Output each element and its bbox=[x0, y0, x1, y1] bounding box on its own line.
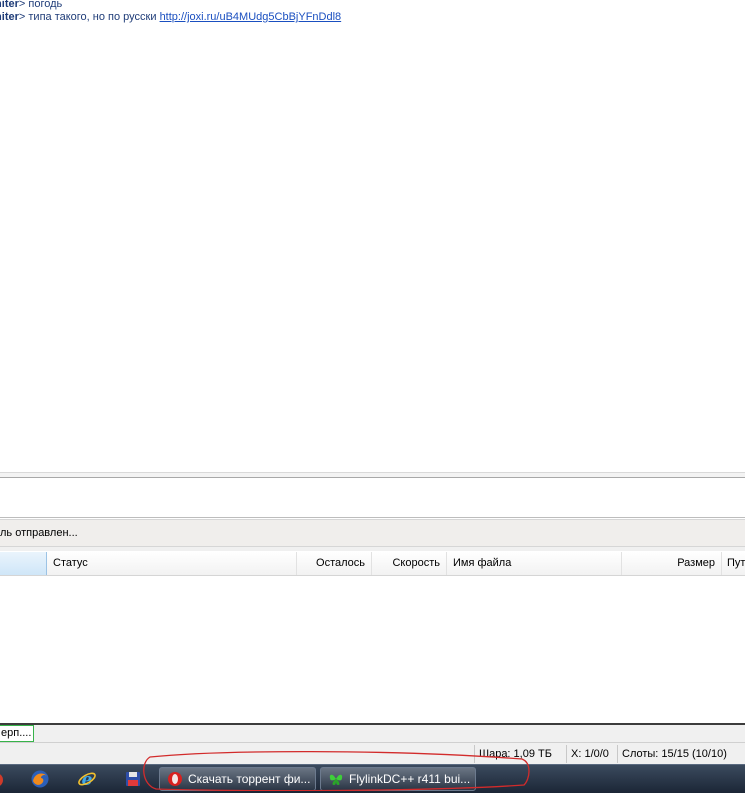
windows-taskbar: e Скачать торрент фи... FlylinkDC++ r411… bbox=[0, 764, 745, 793]
chat-link[interactable]: http://joxi.ru/uB4MUdg5CbBjYFnDdl8 bbox=[160, 11, 342, 23]
column-header-filename[interactable]: Имя файла bbox=[447, 552, 622, 575]
column-header-user[interactable] bbox=[0, 552, 47, 575]
chat-log: initer> погодь initer> типа такого, но п… bbox=[0, 0, 745, 472]
chat-separator: > bbox=[18, 0, 29, 10]
chat-separator: > bbox=[18, 11, 29, 23]
column-header-speed[interactable]: Скорость bbox=[372, 552, 447, 575]
hub-tab-bar: ерп.... bbox=[0, 723, 745, 742]
hub-tab[interactable]: ерп.... bbox=[0, 725, 34, 742]
divider bbox=[0, 547, 745, 551]
chat-status-strip: ль отправлен... bbox=[0, 519, 745, 547]
chat-line: initer> типа такого, но по русски http:/… bbox=[0, 11, 341, 24]
column-header-status[interactable]: Статус bbox=[47, 552, 297, 575]
column-header-path[interactable]: Пут bbox=[722, 552, 745, 575]
chat-input[interactable] bbox=[0, 478, 745, 518]
hub-counts: Х: 1/0/0 bbox=[566, 745, 618, 763]
taskbar-button-label: FlylinkDC++ r411 bui... bbox=[349, 772, 471, 786]
transfers-table-body[interactable] bbox=[0, 576, 745, 724]
status-message: ль отправлен... bbox=[0, 527, 78, 539]
column-header-size[interactable]: Размер bbox=[622, 552, 722, 575]
chat-nick[interactable]: initer bbox=[0, 11, 19, 23]
taskbar-button-opera[interactable]: Скачать торрент фи... bbox=[159, 767, 316, 791]
save-disk-icon[interactable] bbox=[123, 769, 143, 789]
chat-message: погодь bbox=[28, 0, 63, 10]
internet-explorer-icon[interactable]: e bbox=[77, 769, 97, 789]
share-size: Шара: 1,09 ТБ bbox=[474, 745, 566, 763]
chat-line: initer> погодь bbox=[0, 0, 62, 11]
slots-info: Слоты: 15/15 (10/10) bbox=[617, 745, 745, 763]
taskbar-button-flylink[interactable]: FlylinkDC++ r411 bui... bbox=[320, 767, 476, 791]
start-orb-edge-icon[interactable] bbox=[0, 772, 6, 788]
taskbar-button-label: Скачать торрент фи... bbox=[188, 772, 311, 786]
chat-nick[interactable]: initer bbox=[0, 0, 19, 10]
flylink-butterfly-icon bbox=[329, 774, 343, 785]
firefox-icon[interactable] bbox=[30, 769, 50, 789]
status-bar: Шара: 1,09 ТБ Х: 1/0/0 Слоты: 15/15 (10/… bbox=[0, 742, 745, 764]
column-header-remaining[interactable]: Осталось bbox=[297, 552, 372, 575]
transfers-table-header: Статус Осталось Скорость Имя файла Разме… bbox=[0, 552, 745, 576]
chat-message: типа такого, но по русски bbox=[28, 11, 160, 23]
opera-icon bbox=[168, 772, 182, 786]
